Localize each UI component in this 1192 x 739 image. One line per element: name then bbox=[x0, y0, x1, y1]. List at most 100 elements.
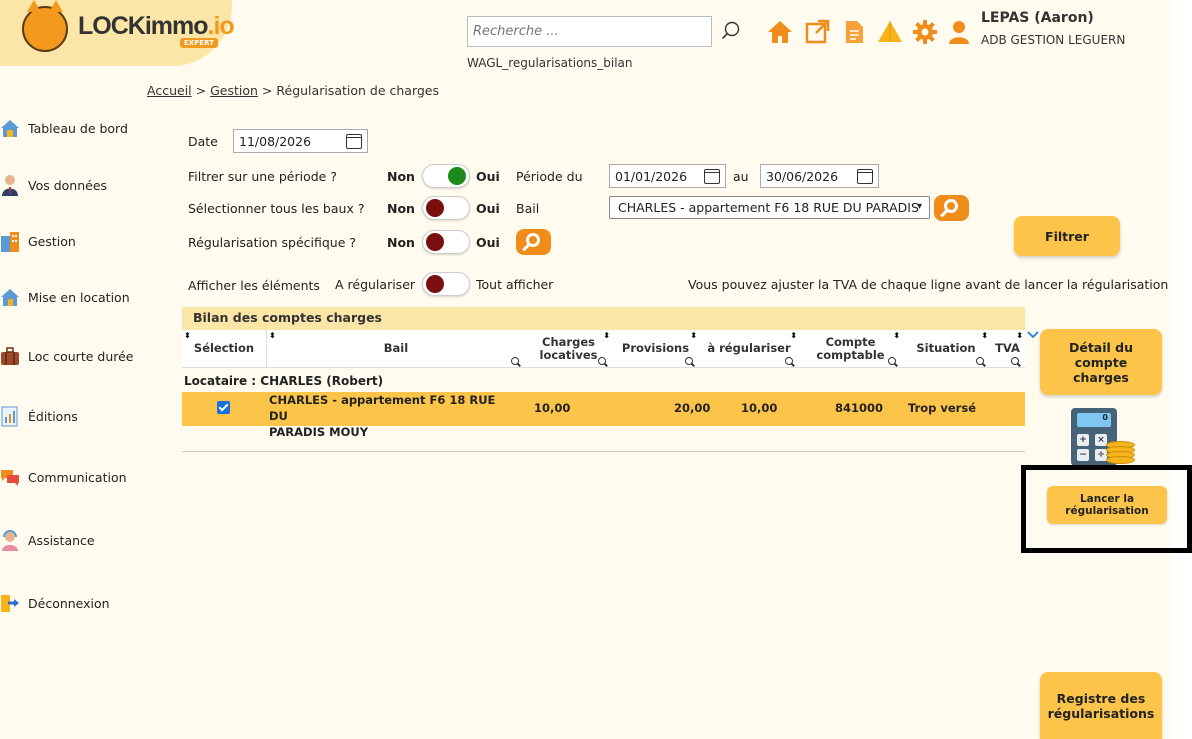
date-label: Date bbox=[188, 134, 218, 149]
sidebar-item-label: Assistance bbox=[28, 532, 95, 548]
home-icon[interactable] bbox=[767, 19, 793, 45]
toggle-oui-label: Oui bbox=[476, 201, 500, 216]
column-header-bail[interactable]: ⬍ Bail bbox=[266, 330, 525, 368]
detail-compte-charges-button[interactable]: Détail du compte charges bbox=[1040, 329, 1162, 395]
sidebar-item-label: Mise en location bbox=[28, 289, 130, 305]
chat-bubbles-icon bbox=[1, 470, 19, 486]
page-code: WAGL_regularisations_bilan bbox=[467, 56, 633, 70]
periode-end-field[interactable]: 30/06/2026 bbox=[760, 164, 879, 188]
search-icon bbox=[526, 233, 540, 247]
toggle-knob bbox=[426, 233, 444, 251]
logo-text: LOCKimmo.io bbox=[78, 12, 235, 40]
column-search-icon[interactable] bbox=[598, 357, 606, 365]
registre-regularisations-button[interactable]: Registre des régularisations bbox=[1040, 672, 1162, 739]
column-header-tva[interactable]: ⬍ TVA bbox=[990, 330, 1025, 368]
toggle-non-label: Non bbox=[387, 235, 415, 250]
sidebar-item-tableau-de-bord[interactable]: Tableau de bord bbox=[0, 114, 128, 142]
column-search-icon[interactable] bbox=[511, 357, 519, 365]
column-header-a-regulariser[interactable]: ⬍ à régulariser bbox=[699, 330, 799, 368]
afficher-toggle[interactable] bbox=[422, 272, 470, 296]
bail-select[interactable]: CHARLES - appartement F6 18 RUE DU PARAD… bbox=[609, 196, 930, 219]
tous-baux-label: Sélectionner tous les baux ? bbox=[188, 201, 365, 216]
toggle-oui-label: Oui bbox=[476, 169, 500, 184]
logout-icon bbox=[1, 595, 19, 612]
tous-baux-toggle[interactable] bbox=[422, 196, 470, 220]
sidebar-item-label: Loc courte durée bbox=[28, 348, 134, 364]
tva-note: Vous pouvez ajuster la TVA de chaque lig… bbox=[688, 277, 1169, 292]
search-input[interactable] bbox=[467, 16, 712, 47]
sidebar-item-label: Tableau de bord bbox=[28, 120, 128, 136]
sidebar-item-label: Gestion bbox=[28, 233, 76, 249]
calendar-icon[interactable] bbox=[346, 133, 362, 149]
column-header-charges[interactable]: ⬍ Charges locatives bbox=[525, 330, 612, 368]
column-search-icon[interactable] bbox=[1011, 357, 1019, 365]
sidebar-item-vos-donnees[interactable]: Vos données bbox=[0, 171, 107, 199]
bail-search-button[interactable] bbox=[934, 195, 969, 221]
sidebar-item-loc-courte-duree[interactable]: Loc courte durée bbox=[0, 342, 134, 370]
search-icon[interactable] bbox=[721, 21, 741, 41]
calendar-icon[interactable] bbox=[857, 168, 873, 184]
logo[interactable]: LOCKimmo.io EXPERT bbox=[0, 0, 235, 66]
row-charges: 10,00 bbox=[534, 401, 571, 415]
column-header-compte[interactable]: ⬍ Compte comptable bbox=[799, 330, 902, 368]
periode-du-label: Période du bbox=[516, 169, 583, 184]
table-row[interactable]: CHARLES - appartement F6 18 RUE DU PARADI… bbox=[182, 392, 1025, 439]
gear-icon[interactable] bbox=[912, 19, 938, 45]
sidebar-item-assistance[interactable]: Assistance bbox=[0, 526, 95, 554]
cat-mascot-icon bbox=[22, 0, 68, 52]
row-checkbox[interactable] bbox=[217, 401, 230, 414]
bail-label: Bail bbox=[516, 201, 540, 216]
suitcase-icon bbox=[1, 347, 19, 365]
row-provisions: 20,00 bbox=[674, 401, 711, 415]
row-compte: 841000 bbox=[835, 401, 884, 415]
sidebar-item-mise-en-location[interactable]: Mise en location bbox=[0, 283, 130, 311]
specifique-search-button[interactable] bbox=[516, 229, 551, 255]
column-header-selection[interactable]: ⬍ Sélection bbox=[182, 330, 266, 368]
search-icon bbox=[944, 199, 958, 213]
lancer-regularisation-button[interactable]: Lancer la régularisation bbox=[1047, 486, 1167, 524]
external-link-icon[interactable] bbox=[804, 19, 830, 45]
logo-badge: EXPERT bbox=[180, 38, 218, 48]
column-header-situation[interactable]: ⬍ Situation bbox=[902, 330, 990, 368]
document-icon[interactable] bbox=[841, 19, 867, 45]
column-search-icon[interactable] bbox=[785, 357, 793, 365]
toggle-knob bbox=[426, 275, 444, 293]
user-icon[interactable] bbox=[946, 19, 972, 45]
au-label: au bbox=[733, 169, 749, 184]
column-header-provisions[interactable]: ⬍ Provisions bbox=[612, 330, 699, 368]
table-header: ⬍ Sélection ⬍ Bail ⬍ Charges locatives ⬍ Prov… bbox=[182, 330, 1025, 368]
periode-filter-toggle[interactable] bbox=[422, 164, 470, 188]
chevron-down-icon[interactable] bbox=[1027, 330, 1039, 340]
divider bbox=[182, 451, 1025, 452]
alert-triangle-icon[interactable] bbox=[877, 19, 903, 45]
sidebar-item-editions[interactable]: Éditions bbox=[0, 402, 78, 430]
sidebar-item-communication[interactable]: Communication bbox=[0, 463, 127, 491]
calendar-icon[interactable] bbox=[704, 168, 720, 184]
toggle-non-label: Non bbox=[387, 169, 415, 184]
periode-start-field[interactable]: 01/01/2026 bbox=[609, 164, 726, 188]
date-field[interactable]: 11/08/2026 bbox=[233, 129, 368, 153]
user-organisation: ADB GESTION LEGUERN bbox=[981, 33, 1126, 47]
filtrer-button[interactable]: Filtrer bbox=[1014, 216, 1120, 256]
column-search-icon[interactable] bbox=[888, 357, 896, 365]
afficher-label: Afficher les éléments bbox=[188, 278, 320, 293]
sidebar-item-label: Déconnexion bbox=[28, 595, 110, 611]
support-agent-icon bbox=[2, 530, 18, 551]
toggle-oui-label: Oui bbox=[476, 235, 500, 250]
column-search-icon[interactable] bbox=[685, 357, 693, 365]
house-rent-icon bbox=[1, 289, 19, 306]
sidebar-item-gestion[interactable]: Gestion bbox=[0, 227, 76, 255]
periode-filter-label: Filtrer sur une période ? bbox=[188, 169, 337, 184]
breadcrumb-home-link[interactable]: Accueil bbox=[147, 83, 192, 98]
breadcrumb-current: Régularisation de charges bbox=[276, 83, 440, 98]
column-search-icon[interactable] bbox=[976, 357, 984, 365]
breadcrumb-gestion-link[interactable]: Gestion bbox=[210, 83, 258, 98]
tenant-group-label: Locataire : CHARLES (Robert) bbox=[184, 374, 384, 388]
specifique-toggle[interactable] bbox=[422, 230, 470, 254]
coins-icon bbox=[1106, 441, 1136, 465]
toggle-knob bbox=[448, 167, 466, 185]
report-icon bbox=[1, 406, 18, 427]
sidebar-item-deconnexion[interactable]: Déconnexion bbox=[0, 589, 110, 617]
sidebar-item-label: Vos données bbox=[28, 177, 108, 193]
person-icon bbox=[2, 175, 18, 196]
